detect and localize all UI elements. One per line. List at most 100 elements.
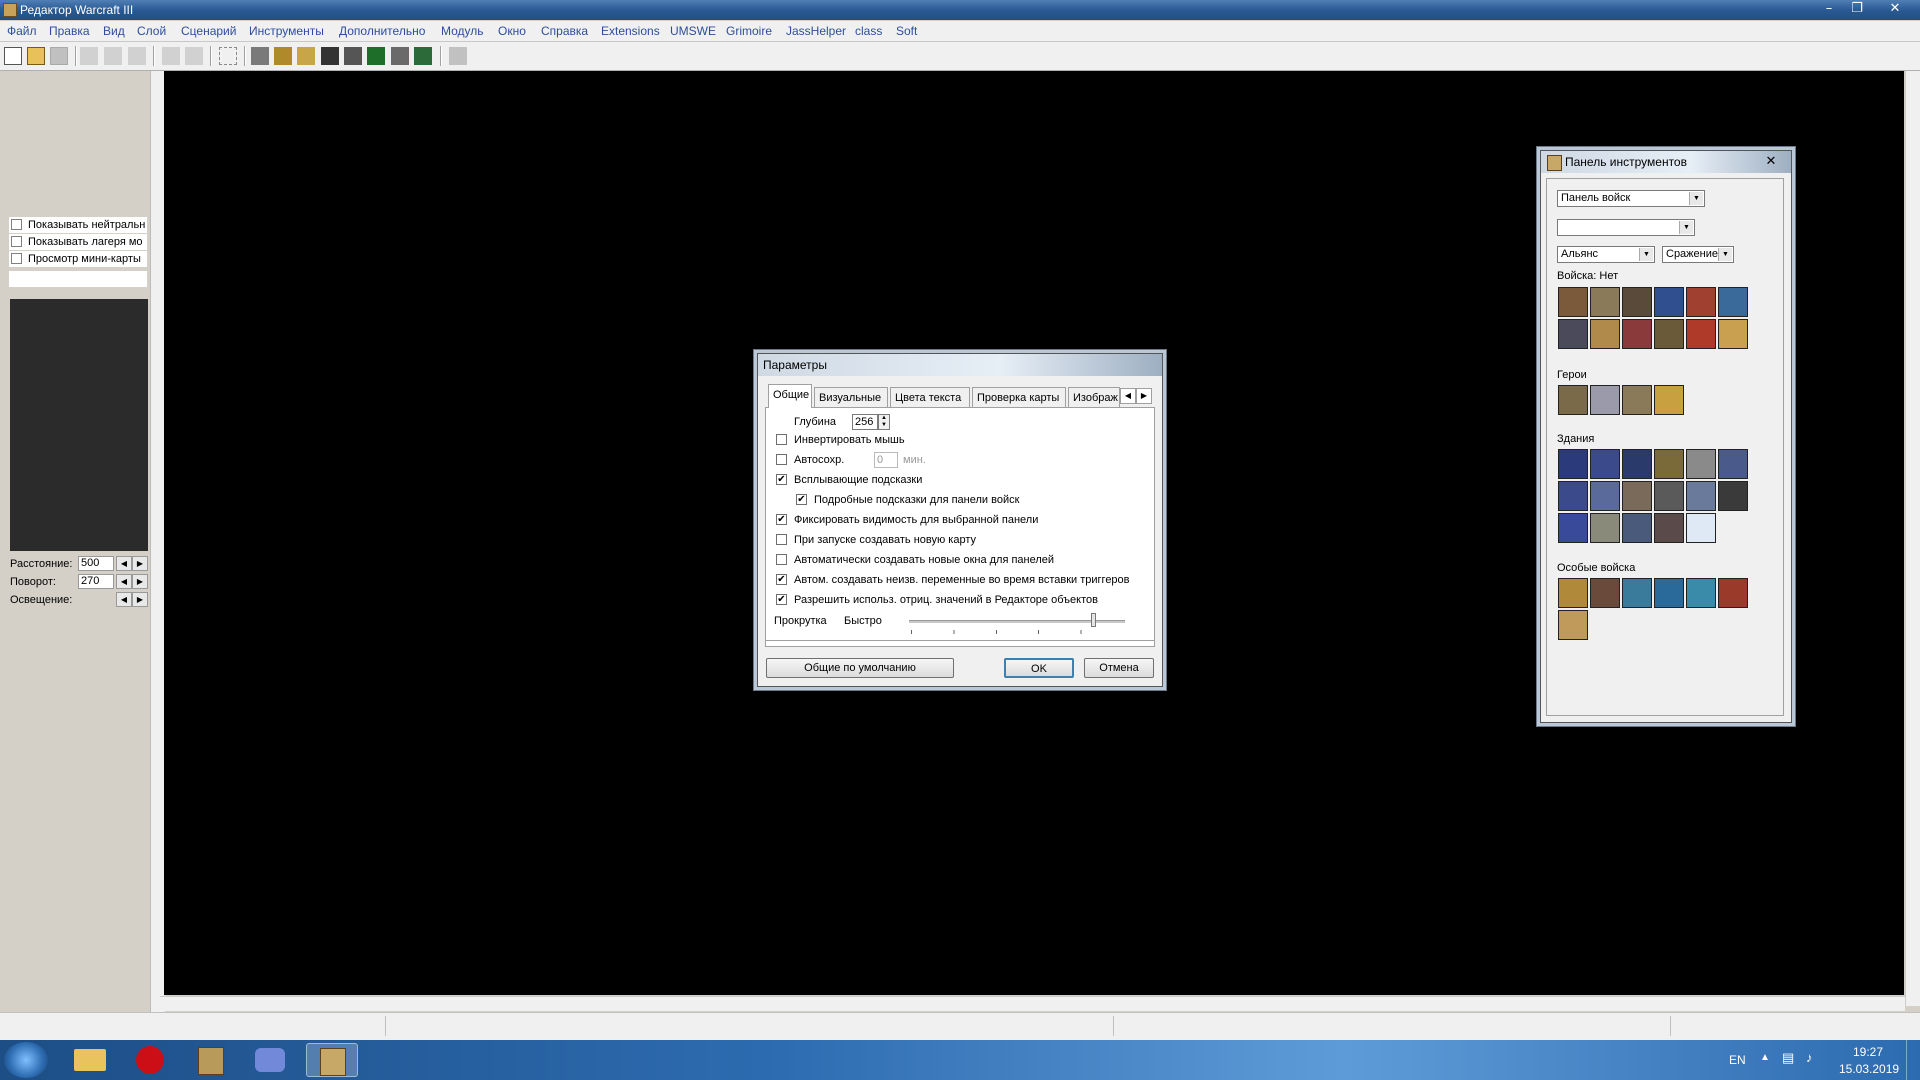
special-unit-icon[interactable] — [1654, 578, 1684, 608]
menu-umswe[interactable]: UMSWE — [670, 21, 716, 41]
tab-scroll-left-icon[interactable]: ◀ — [1120, 388, 1136, 404]
special-unit-icon[interactable] — [1622, 578, 1652, 608]
arrow-left-icon[interactable]: ◀ — [116, 556, 132, 571]
menu-layer[interactable]: Слой — [137, 21, 166, 41]
knight-icon[interactable] — [1622, 287, 1652, 317]
special-unit-icon[interactable] — [1590, 578, 1620, 608]
menu-grimoire[interactable]: Grimoire — [726, 21, 772, 41]
menu-extensions[interactable]: Extensions — [601, 21, 660, 41]
horizontal-scrollbar[interactable] — [160, 996, 1905, 1011]
menu-jasshelper[interactable]: JassHelper — [786, 21, 846, 41]
tab-general[interactable]: Общие — [768, 384, 812, 408]
archmage-icon[interactable] — [1590, 385, 1620, 415]
way-gate-icon[interactable] — [1686, 513, 1716, 543]
tab-images[interactable]: Изображ — [1068, 387, 1120, 407]
show-neutral-checkbox[interactable]: Показывать нейтральн — [9, 217, 147, 233]
copy-icon[interactable] — [104, 47, 122, 65]
town-hall-icon[interactable] — [1558, 449, 1588, 479]
tab-scroll-right-icon[interactable]: ▶ — [1136, 388, 1152, 404]
minimap-preview-checkbox[interactable]: Просмотр мини-карты — [9, 251, 147, 267]
arrow-right-icon[interactable]: ▶ — [132, 592, 148, 607]
show-desktop-button[interactable] — [1906, 1040, 1920, 1080]
undo-icon[interactable] — [162, 47, 180, 65]
cannon-tower-icon[interactable] — [1590, 513, 1620, 543]
siege-engine-icon[interactable] — [1622, 319, 1652, 349]
vertical-scrollbar[interactable] — [1905, 71, 1920, 1006]
tab-map-check[interactable]: Проверка карты — [972, 387, 1066, 407]
gryphon-aviary-icon[interactable] — [1686, 481, 1716, 511]
language-indicator[interactable]: EN — [1729, 1053, 1746, 1067]
menu-soft[interactable]: Soft — [896, 21, 917, 41]
new-file-icon[interactable] — [4, 47, 22, 65]
arcane-tower-icon[interactable] — [1622, 513, 1652, 543]
menu-class[interactable]: class — [855, 21, 882, 41]
barracks-icon[interactable] — [1718, 449, 1748, 479]
sound-editor-icon[interactable] — [297, 47, 315, 65]
farm-icon[interactable] — [1654, 449, 1684, 479]
arrow-left-icon[interactable]: ◀ — [116, 592, 132, 607]
minimap[interactable] — [10, 299, 148, 551]
checkbox-box[interactable] — [11, 236, 22, 247]
taskbar-explorer[interactable] — [64, 1043, 116, 1077]
checkbox[interactable]: ✔ — [776, 474, 787, 485]
footman-icon[interactable] — [1558, 287, 1588, 317]
close-button[interactable]: ✕ — [1878, 0, 1912, 20]
taskbar-world-editor-launcher[interactable] — [184, 1043, 236, 1077]
checkbox-box[interactable] — [11, 219, 22, 230]
save-icon[interactable] — [50, 47, 68, 65]
cut-icon[interactable] — [80, 47, 98, 65]
scout-tower-icon[interactable] — [1718, 481, 1748, 511]
menu-window[interactable]: Окно — [498, 21, 526, 41]
select-icon[interactable] — [219, 47, 237, 65]
peasant-icon[interactable] — [1718, 319, 1748, 349]
mortar-team-icon[interactable] — [1590, 319, 1620, 349]
close-icon[interactable]: ✕ — [1759, 153, 1783, 170]
menu-edit[interactable]: Правка — [49, 21, 90, 41]
autosave-interval-field[interactable]: 0 — [874, 452, 898, 468]
gryphon-rider-icon[interactable] — [1654, 319, 1684, 349]
race-select[interactable]: Альянс ▼ — [1557, 246, 1655, 263]
special-unit-icon[interactable] — [1686, 578, 1716, 608]
guard-tower-icon[interactable] — [1558, 513, 1588, 543]
arrow-right-icon[interactable]: ▶ — [132, 574, 148, 589]
taskbar-world-editor[interactable] — [306, 1043, 358, 1077]
checkbox[interactable] — [776, 434, 787, 445]
show-camps-checkbox[interactable]: Показывать лагеря мо — [9, 234, 147, 250]
ai-editor-icon[interactable] — [344, 47, 362, 65]
special-unit-icon[interactable] — [1718, 578, 1748, 608]
dragonhawk-rider-icon[interactable] — [1686, 319, 1716, 349]
ok-button[interactable]: OK — [1004, 658, 1074, 678]
castle-icon[interactable] — [1622, 449, 1652, 479]
rifleman-icon[interactable] — [1590, 287, 1620, 317]
paladin-icon[interactable] — [1558, 385, 1588, 415]
checkbox[interactable] — [776, 454, 787, 465]
mode-select[interactable]: Сражение ▼ — [1662, 246, 1734, 263]
spellbreaker-icon[interactable] — [1718, 287, 1748, 317]
paste-icon[interactable] — [128, 47, 146, 65]
blacksmith-icon[interactable] — [1590, 481, 1620, 511]
lumber-mill-icon[interactable] — [1558, 481, 1588, 511]
trigger-editor-icon[interactable] — [321, 47, 339, 65]
object-editor-icon[interactable] — [367, 47, 385, 65]
menu-module[interactable]: Модуль — [441, 21, 484, 41]
open-folder-icon[interactable] — [27, 47, 45, 65]
checkbox[interactable]: ✔ — [776, 594, 787, 605]
menu-help[interactable]: Справка — [541, 21, 588, 41]
sorceress-icon[interactable] — [1686, 287, 1716, 317]
tab-text-colors[interactable]: Цвета текста — [890, 387, 970, 407]
test-map-icon[interactable] — [449, 47, 467, 65]
menu-scenario[interactable]: Сценарий — [181, 21, 236, 41]
arcane-vault-icon[interactable] — [1654, 513, 1684, 543]
camera-distance-field[interactable]: 500 — [78, 556, 114, 571]
clock-time[interactable]: 19:27 — [1853, 1045, 1883, 1059]
menu-advanced[interactable]: Дополнительно — [339, 21, 425, 41]
start-button[interactable] — [4, 1042, 48, 1078]
depth-field[interactable]: 256 — [852, 414, 878, 430]
show-hidden-icons[interactable]: ▲ — [1760, 1052, 1770, 1063]
menu-file[interactable]: Файл — [7, 21, 37, 41]
defaults-button[interactable]: Общие по умолчанию — [766, 658, 954, 678]
blood-mage-icon[interactable] — [1654, 385, 1684, 415]
arrow-right-icon[interactable]: ▶ — [132, 556, 148, 571]
taskbar-opera[interactable] — [124, 1043, 176, 1077]
cancel-button[interactable]: Отмена — [1084, 658, 1154, 678]
